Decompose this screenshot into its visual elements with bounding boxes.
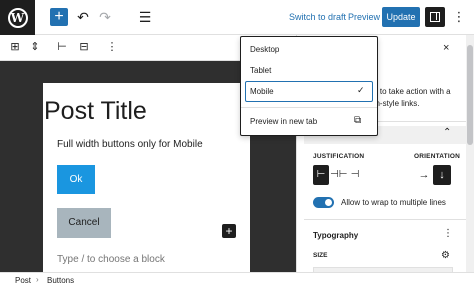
list-view-icon[interactable]: ☰ [136, 8, 154, 26]
block-description-line-1: rs to take action with a [371, 87, 451, 96]
breadcrumb-post[interactable]: Post [15, 276, 31, 285]
preview-new-tab-option[interactable]: Preview in new tab [250, 117, 317, 126]
sidebar-divider [304, 219, 466, 220]
block-inserter-button[interactable]: + [50, 8, 68, 26]
typography-panel-title: Typography [313, 231, 359, 240]
wordpress-logo-button[interactable]: W [0, 0, 35, 35]
options-menu-button[interactable]: ⋮ [452, 8, 466, 26]
justify-left-icon[interactable]: ⊢ [54, 39, 70, 55]
add-block-icon[interactable]: + [222, 224, 236, 238]
update-button[interactable]: Update [382, 7, 420, 27]
preview-desktop-option[interactable]: Desktop [250, 45, 279, 54]
wrap-toggle[interactable] [313, 197, 334, 208]
block-options-icon[interactable]: ⋮ [104, 39, 120, 55]
orientation-vertical-icon[interactable]: ↓ [433, 165, 451, 185]
cancel-button-block[interactable]: Cancel [57, 208, 111, 238]
breadcrumb-buttons[interactable]: Buttons [47, 276, 74, 285]
move-block-icon[interactable]: ⇕ [27, 39, 43, 55]
block-placeholder[interactable]: Type / to choose a block [57, 254, 165, 265]
wordpress-logo-icon: W [7, 7, 28, 28]
post-title[interactable]: Post Title [44, 97, 147, 126]
wrap-toggle-label: Allow to wrap to multiple lines [341, 198, 446, 207]
undo-icon[interactable]: ↶ [74, 8, 92, 26]
justify-left-icon[interactable]: ⊢ [313, 165, 329, 185]
typography-options-icon[interactable]: ⋮ [443, 228, 453, 239]
close-sidebar-icon[interactable]: × [443, 42, 449, 54]
size-settings-icon[interactable]: ⚙ [441, 250, 450, 261]
select-parent-icon[interactable]: ⊞ [7, 39, 23, 55]
orientation-label: ORIENTATION [414, 153, 461, 160]
justification-label: JUSTIFICATION [313, 153, 365, 160]
switch-to-draft-button[interactable]: Switch to draft [289, 12, 346, 22]
justify-center-icon[interactable]: ⊟ [76, 39, 92, 55]
check-icon: ✓ [357, 85, 365, 95]
paragraph-block[interactable]: Full width buttons only for Mobile [57, 139, 203, 150]
block-breadcrumb: Post › Buttons [0, 272, 474, 286]
breadcrumb-separator: › [36, 275, 39, 284]
preview-button[interactable]: Preview [348, 12, 380, 22]
ok-button-block[interactable]: Ok [57, 165, 95, 194]
redo-icon[interactable]: ↷ [96, 8, 114, 26]
preview-mobile-label: Mobile [250, 87, 274, 96]
toggle-knob [325, 199, 332, 206]
block-description-line-2: on-style links. [371, 99, 420, 108]
sidebar-scrollbar-thumb[interactable] [467, 45, 473, 145]
settings-toggle-button[interactable] [425, 7, 445, 27]
editor-header: W + ↶ ↷ ☰ Switch to draft Preview Update… [0, 0, 474, 35]
justify-center-icon[interactable]: ⊣⊢ [330, 165, 347, 185]
preview-tablet-option[interactable]: Tablet [250, 66, 271, 75]
orientation-horizontal-icon[interactable]: → [416, 166, 432, 184]
sidebar-icon [430, 12, 440, 22]
justification-control: ⊢ ⊣⊢ ⊣ [313, 165, 363, 185]
menu-divider [241, 107, 377, 108]
external-link-icon: ⧉ [354, 115, 362, 126]
chevron-up-icon[interactable]: ⌃ [443, 127, 451, 138]
size-label: SIZE [313, 252, 328, 259]
justify-right-icon[interactable]: ⊣ [347, 165, 363, 185]
